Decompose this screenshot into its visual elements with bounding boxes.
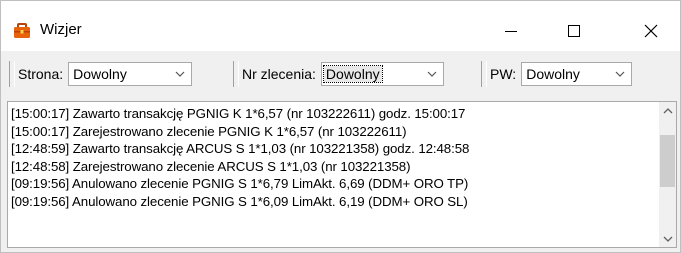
- log-line[interactable]: [12:48:59] Zawarto transakcję ARCUS S 1*…: [11, 140, 651, 158]
- vertical-scrollbar[interactable]: [659, 102, 676, 247]
- minimize-icon: [505, 31, 517, 32]
- log-line[interactable]: [09:19:56] Anulowano zlecenie PGNIG S 1*…: [11, 193, 651, 211]
- filter-label: PW:: [490, 66, 517, 82]
- log-line[interactable]: [09:19:56] Anulowano zlecenie PGNIG S 1*…: [11, 175, 651, 193]
- log-line[interactable]: [15:00:17] Zawarto transakcję PGNIG K 1*…: [11, 105, 651, 123]
- filter-label: Nr zlecenia:: [242, 66, 316, 82]
- log-line[interactable]: [12:48:58] Zarejestrowano zlecenie ARCUS…: [11, 158, 651, 176]
- title-bar[interactable]: Wizjer: [1, 1, 680, 51]
- pw-select[interactable]: Dowolny: [521, 62, 633, 86]
- filter-pw: PW: Dowolny: [481, 60, 633, 88]
- window-title: Wizjer: [40, 21, 82, 38]
- select-value: Dowolny: [526, 66, 580, 82]
- log-lines: [15:00:17] Zawarto transakcję PGNIG K 1*…: [11, 105, 651, 210]
- maximize-button[interactable]: [551, 11, 597, 51]
- chevron-up-icon: [663, 107, 672, 113]
- toolbar-grip[interactable]: [9, 61, 15, 87]
- log-line[interactable]: [15:00:17] Zarejestrowano zlecenie PGNIG…: [11, 123, 651, 141]
- select-value: Dowolny: [73, 66, 127, 82]
- chevron-down-icon: [427, 71, 437, 77]
- log-list[interactable]: [15:00:17] Zawarto transakcję PGNIG K 1*…: [7, 101, 677, 248]
- filter-toolbar: Strona: Dowolny Nr zlecenia: Dowolny PW:…: [1, 51, 680, 97]
- maximize-icon: [568, 25, 580, 37]
- scroll-up-button[interactable]: [659, 102, 676, 119]
- nr-zlecenia-select[interactable]: Dowolny: [320, 62, 444, 86]
- filter-label: Strona:: [18, 66, 64, 82]
- close-icon: [644, 24, 658, 38]
- chevron-down-icon: [615, 71, 625, 77]
- app-window: Wizjer Strona: Dowolny Nr zlecenia: Dowo…: [0, 0, 681, 253]
- strona-select[interactable]: Dowolny: [68, 62, 193, 86]
- select-value: Dowolny: [322, 65, 383, 83]
- close-button[interactable]: [628, 11, 674, 51]
- briefcase-icon: [14, 23, 30, 38]
- chevron-down-icon: [663, 236, 672, 242]
- chevron-down-icon: [175, 71, 185, 77]
- minimize-button[interactable]: [488, 11, 534, 51]
- filter-nr-zlecenia: Nr zlecenia: Dowolny: [233, 60, 444, 88]
- toolbar-grip[interactable]: [233, 61, 239, 87]
- toolbar-grip[interactable]: [481, 61, 487, 87]
- filter-strona: Strona: Dowolny: [9, 60, 193, 88]
- scroll-down-button[interactable]: [659, 230, 676, 247]
- scrollbar-thumb[interactable]: [660, 135, 675, 187]
